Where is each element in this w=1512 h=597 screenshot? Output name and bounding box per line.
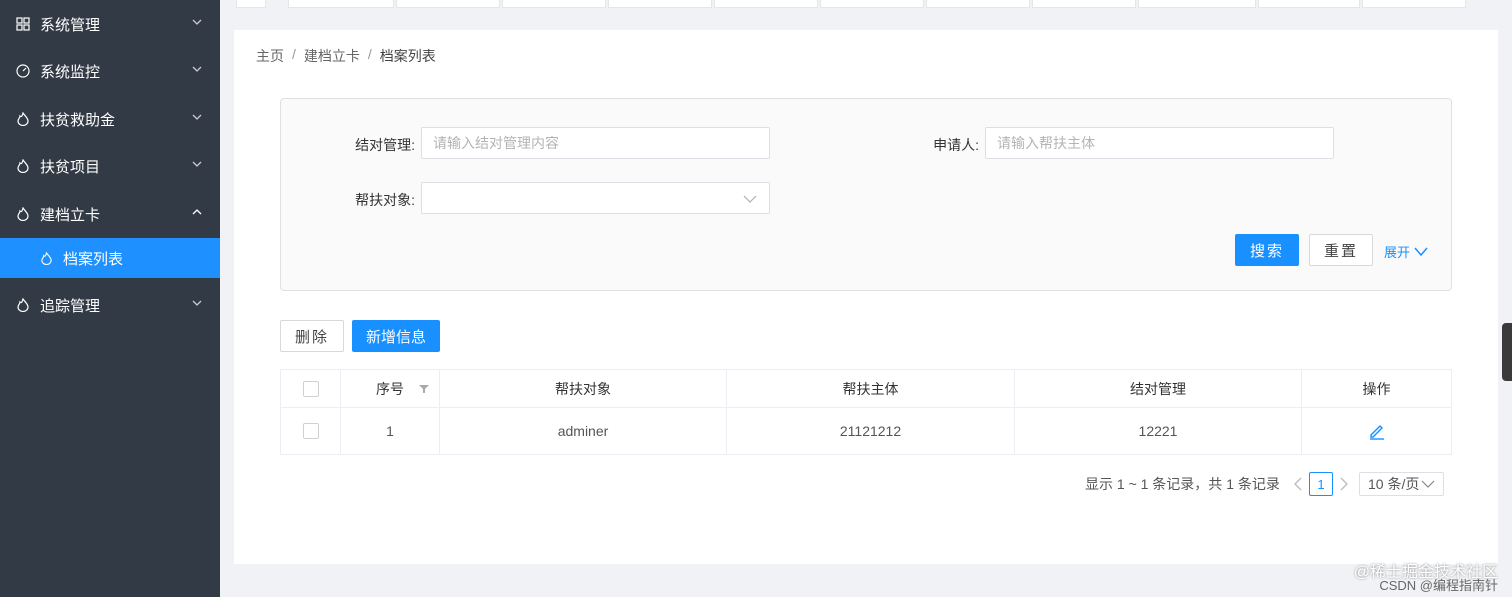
header-checkbox-cell [281, 370, 341, 408]
chevron-down-icon [192, 66, 202, 72]
cell-subject: 21121212 [727, 408, 1015, 454]
main-card: 主页 / 建档立卡 / 档案列表 结对管理: 申请人: 帮扶对象: 搜索 重置 … [234, 30, 1498, 564]
chevron-up-icon [192, 209, 202, 215]
pairing-input[interactable] [421, 127, 770, 159]
tab[interactable] [396, 0, 500, 8]
page-size-select[interactable]: 10 条/页 [1359, 472, 1444, 496]
applicant-label: 申请人: [933, 137, 979, 153]
gauge-icon [16, 64, 30, 78]
search-button[interactable]: 搜索 [1235, 234, 1299, 266]
breadcrumb-archive-card[interactable]: 建档立卡 [304, 46, 360, 66]
grid-icon [16, 17, 30, 31]
chevron-down-icon [743, 195, 757, 203]
edit-icon[interactable] [1368, 422, 1386, 440]
breadcrumb-home[interactable]: 主页 [256, 46, 284, 66]
sidebar-item-label: 扶贫项目 [40, 158, 101, 176]
breadcrumb-current: 档案列表 [379, 48, 436, 64]
breadcrumb-separator: / [292, 46, 296, 62]
sidebar-subitem-archive-list[interactable]: 档案列表 [0, 238, 220, 278]
column-header-actions: 操作 [1302, 370, 1451, 408]
tab-active[interactable] [1362, 0, 1466, 8]
row-checkbox-cell [281, 408, 341, 454]
tab[interactable] [608, 0, 712, 8]
expand-label: 展开 [1384, 245, 1411, 260]
add-info-button[interactable]: 新增信息 [352, 320, 440, 352]
cell-pairing: 12221 [1015, 408, 1302, 454]
sidebar-item-label: 系统管理 [40, 16, 101, 34]
tab[interactable] [502, 0, 606, 8]
sidebar-item-poverty-project[interactable]: 扶贫项目 [0, 144, 220, 188]
cell-actions [1302, 408, 1451, 454]
select-all-checkbox[interactable] [302, 380, 319, 397]
sidebar: 系统管理 系统监控 扶贫救助金 扶贫项目 建档立卡 档案列表 追踪管理 [0, 0, 220, 597]
flame-icon [17, 207, 29, 221]
sidebar-item-label: 系统监控 [40, 63, 101, 81]
sidebar-item-label: 建档立卡 [40, 206, 101, 224]
watermark-text-secondary: CSDN @编程指南针 [1379, 578, 1498, 593]
chevron-down-icon [192, 300, 202, 306]
column-header-target: 帮扶对象 [440, 370, 727, 408]
expand-link[interactable]: 展开 [1384, 242, 1429, 261]
chevron-down-icon [1414, 247, 1428, 256]
search-panel: 结对管理: 申请人: 帮扶对象: 搜索 重置 展开 [280, 98, 1452, 291]
chevron-down-icon [192, 19, 202, 25]
chevron-down-icon [192, 161, 202, 167]
tab[interactable] [1032, 0, 1136, 8]
chevron-down-icon [192, 114, 202, 120]
pairing-label: 结对管理: [355, 137, 415, 153]
pagination-page-current[interactable]: 1 [1309, 472, 1333, 496]
sidebar-item-label: 扶贫救助金 [40, 111, 116, 129]
breadcrumb-separator: / [367, 46, 372, 62]
sidebar-item-label: 追踪管理 [40, 297, 101, 315]
flame-icon [17, 112, 29, 126]
cell-index: 1 [341, 408, 440, 454]
chevron-left-icon[interactable] [1291, 474, 1305, 494]
flame-icon [17, 159, 29, 173]
sidebar-item-archive-card[interactable]: 建档立卡 [0, 192, 220, 236]
cell-target: adminer [440, 408, 727, 454]
breadcrumb: 主页 / 建档立卡 / 档案列表 [256, 46, 436, 66]
tab[interactable] [820, 0, 924, 8]
tab-strip [236, 0, 1498, 8]
tab[interactable] [1258, 0, 1360, 8]
column-header-pairing: 结对管理 [1015, 370, 1302, 408]
tab[interactable] [288, 0, 394, 8]
page-size-label: 10 条/页 [1368, 476, 1420, 492]
filter-icon[interactable] [419, 384, 429, 394]
sidebar-item-system-management[interactable]: 系统管理 [0, 2, 220, 46]
flame-icon [41, 251, 52, 265]
column-header-index: 序号 [341, 370, 440, 408]
sidebar-item-tracking[interactable]: 追踪管理 [0, 283, 220, 327]
sidebar-item-poverty-fund[interactable]: 扶贫救助金 [0, 97, 220, 141]
scrollbar-handle[interactable] [1502, 323, 1512, 381]
tab[interactable] [926, 0, 1030, 8]
data-table: 序号 帮扶对象 帮扶主体 结对管理 操作 1 adminer 21121212 … [280, 369, 1452, 455]
chevron-down-icon [1421, 480, 1435, 488]
pagination-summary: 显示 1 ~ 1 条记录，共 1 条记录 [1085, 476, 1280, 492]
tab[interactable] [714, 0, 818, 8]
sidebar-subitem-label: 档案列表 [63, 250, 124, 268]
chevron-right-icon[interactable] [1337, 474, 1351, 494]
row-checkbox[interactable] [302, 423, 319, 439]
sidebar-item-system-monitor[interactable]: 系统监控 [0, 49, 220, 93]
column-header-label: 序号 [376, 380, 404, 397]
reset-button[interactable]: 重置 [1309, 234, 1373, 266]
tab[interactable] [236, 0, 266, 8]
flame-icon [17, 298, 29, 312]
delete-button[interactable]: 删除 [280, 320, 344, 352]
tab[interactable] [1138, 0, 1256, 8]
applicant-input[interactable] [985, 127, 1334, 159]
aid-target-label: 帮扶对象: [355, 192, 415, 208]
aid-target-select[interactable] [421, 182, 770, 214]
column-header-subject: 帮扶主体 [727, 370, 1015, 408]
